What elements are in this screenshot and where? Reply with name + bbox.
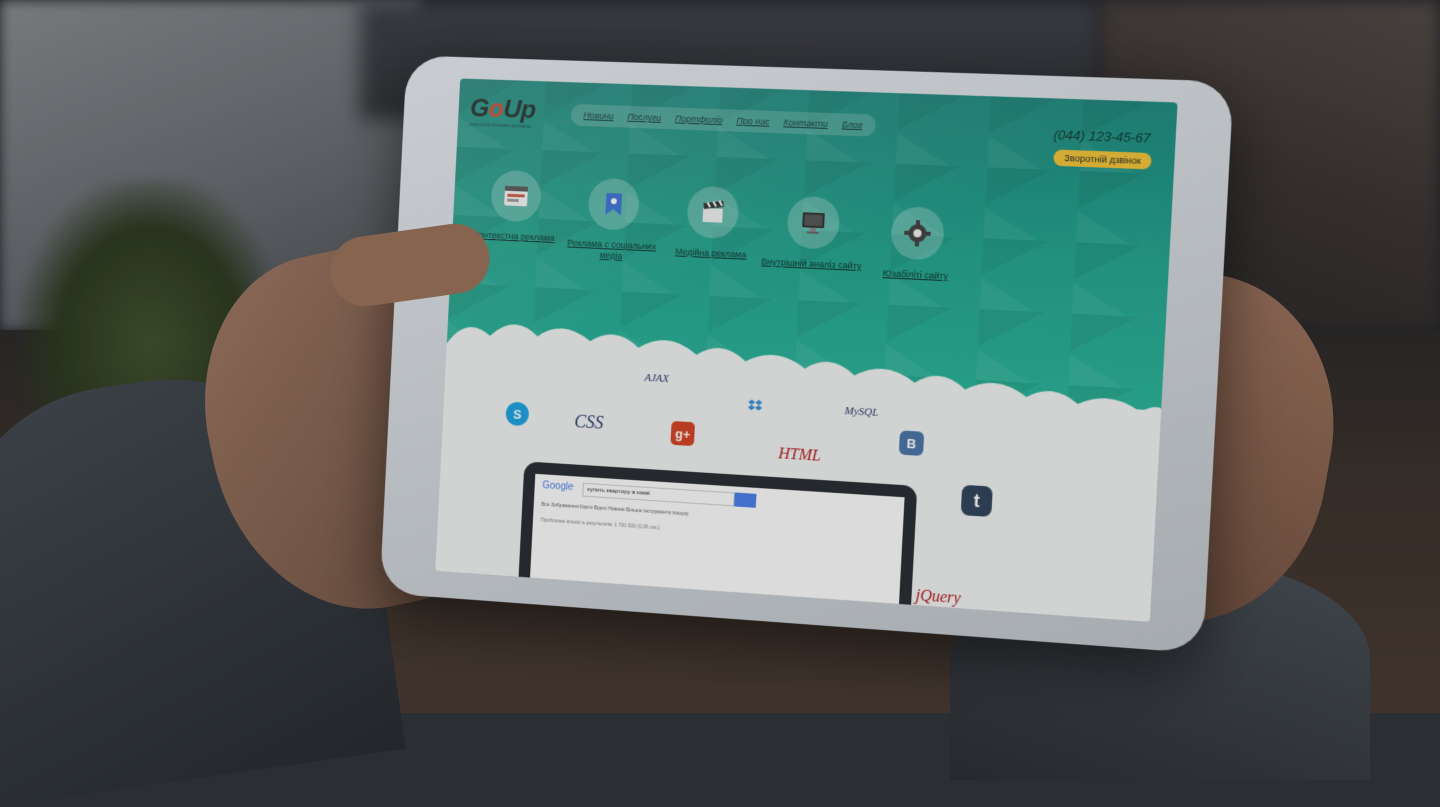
google-logo: Google xyxy=(542,480,574,493)
service-label: Внутрішній аналіз сайту xyxy=(761,256,862,272)
clapperboard-icon xyxy=(686,185,740,240)
service-usability[interactable]: Юзабіліті сайту xyxy=(860,205,975,284)
services-row: Контекстна реклама Реклама с соціальних … xyxy=(450,168,1173,320)
nav-item-portfolio[interactable]: Портфоліо xyxy=(675,113,723,125)
nav-item-services[interactable]: Послуги xyxy=(627,112,661,123)
laptop-mockup: Google купить квартиру в києві Все Зобра… xyxy=(517,461,918,622)
tech-word-jquery: jQuery xyxy=(915,586,962,608)
tech-word-mysql: MySQL xyxy=(844,405,879,420)
tech-word-css: CSS xyxy=(574,411,604,433)
browser-window-icon xyxy=(490,169,543,223)
html-monitor-icon xyxy=(786,195,841,250)
social-bookmark-icon xyxy=(587,177,641,231)
nav-item-about[interactable]: Про нас xyxy=(736,116,770,127)
nav-item-news[interactable]: Новини xyxy=(583,110,614,121)
google-result-count: Приблизна кількість результатів: 1 700 0… xyxy=(540,517,660,532)
tumblr-icon[interactable]: t xyxy=(960,484,993,518)
service-media-ads[interactable]: Медійна реклама xyxy=(657,184,769,261)
google-plus-icon[interactable]: g+ xyxy=(670,420,696,447)
service-social-ads[interactable]: Реклама с соціальних медіа xyxy=(558,176,669,263)
service-label: Юзабіліті сайту xyxy=(882,268,949,282)
tech-word-html: HTML xyxy=(777,445,822,465)
nav-item-blog[interactable]: Блог xyxy=(842,119,863,130)
service-label: Медійна реклама xyxy=(674,246,747,260)
google-tabs: Все Зображення Карти Відео Новини Більше… xyxy=(541,501,689,518)
gear-icon xyxy=(889,205,946,261)
google-search-button[interactable] xyxy=(734,492,757,508)
site-tagline: агентство інтернет-реклами xyxy=(469,121,531,130)
service-site-analysis[interactable]: Внутрішній аналіз сайту xyxy=(756,194,869,272)
skype-icon[interactable]: S xyxy=(505,401,530,427)
phone-number: (044) 123-45-67 xyxy=(1053,126,1151,146)
site-logo[interactable]: GoUp xyxy=(469,93,536,126)
service-label: Реклама с соціальних медіа xyxy=(567,237,657,261)
tablet-device: GoUp агентство інтернет-реклами Новини П… xyxy=(379,55,1234,654)
google-search-page: Google купить квартиру в києві Все Зобра… xyxy=(528,473,905,622)
tablet-screen: GoUp агентство інтернет-реклами Новини П… xyxy=(435,78,1178,622)
vk-icon[interactable]: B xyxy=(898,430,925,456)
tech-word-ajax: AJAX xyxy=(644,371,670,386)
nav-item-contacts[interactable]: Контакти xyxy=(783,117,828,129)
callback-button[interactable]: Зворотній дзвінок xyxy=(1053,149,1152,170)
main-nav: Новини Послуги Портфоліо Про нас Контакт… xyxy=(570,103,877,137)
google-search-input[interactable]: купить квартиру в києві xyxy=(582,482,735,507)
